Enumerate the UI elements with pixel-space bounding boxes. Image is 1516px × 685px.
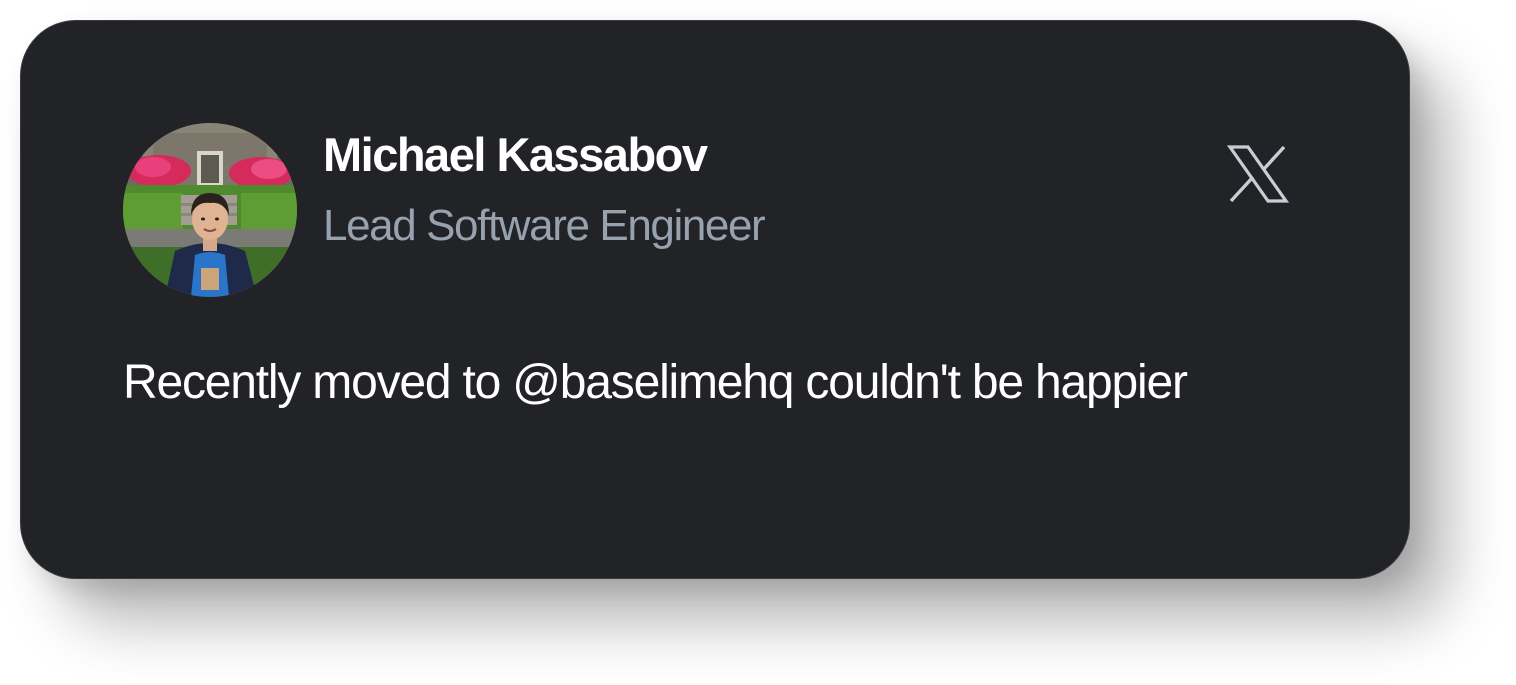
avatar-photo	[123, 123, 297, 297]
author-role: Lead Software Engineer	[323, 201, 766, 250]
author-name: Michael Kassabov	[323, 128, 708, 181]
page: Michael Kassabov Lead Software Engineer …	[0, 0, 1516, 685]
x-logo-icon[interactable]	[1227, 145, 1289, 203]
avatar	[123, 123, 297, 297]
testimonial-card: Michael Kassabov Lead Software Engineer …	[20, 20, 1410, 579]
tweet-text: Recently moved to @baselimehq couldn't b…	[123, 356, 1188, 409]
